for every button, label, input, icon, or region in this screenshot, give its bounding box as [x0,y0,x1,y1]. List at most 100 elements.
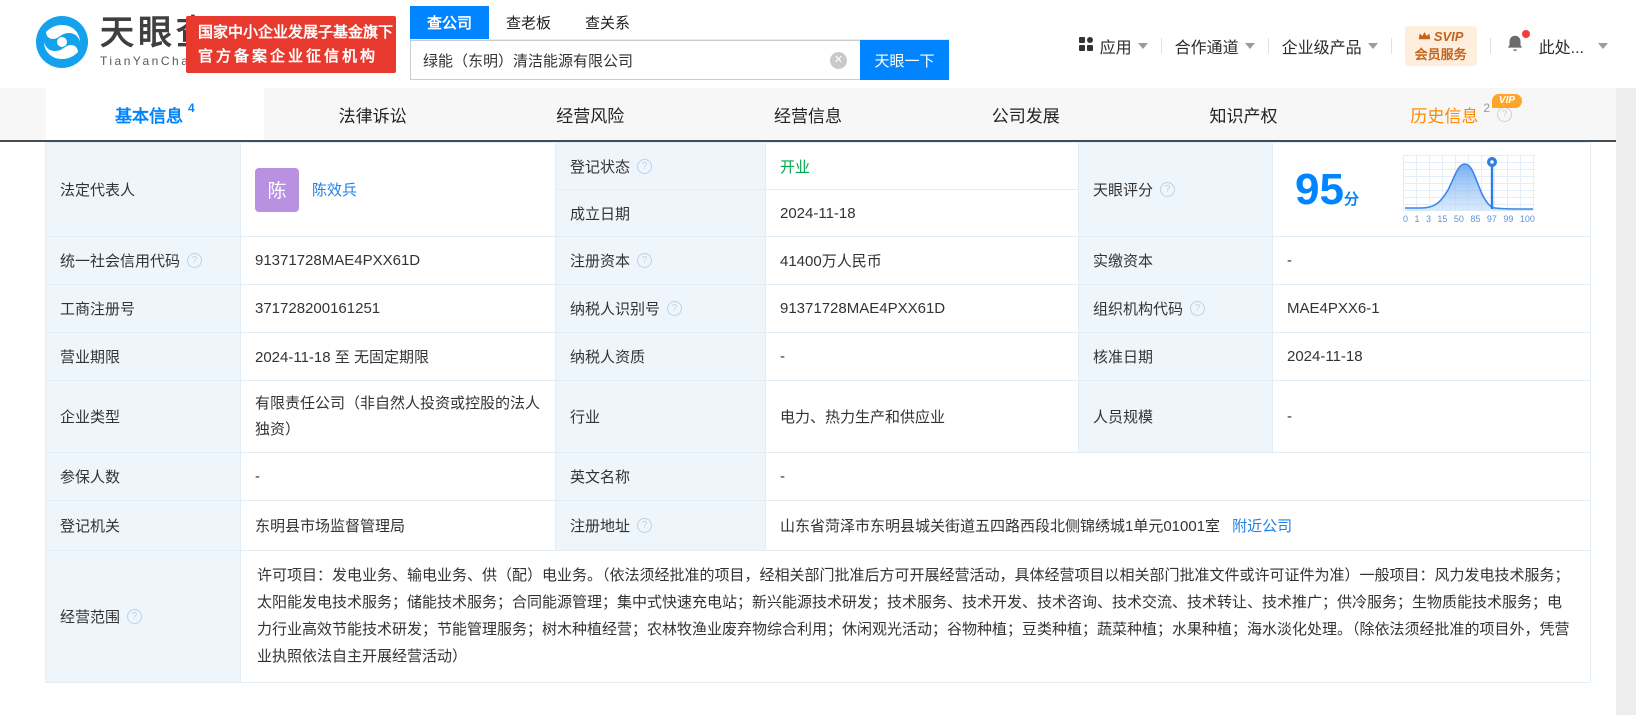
help-icon[interactable] [127,609,143,624]
search-tab-relation[interactable]: 查关系 [568,6,647,39]
field-value-reg-authority: 东明县市场监督管理局 [241,501,556,551]
industry-value-text: 电力、热力生产和供应业 [780,409,946,426]
org-code-label-text: 组织机构代码 [1093,301,1184,318]
field-value-english-name: - [766,453,1591,501]
reg-authority-value-text: 东明县市场监督管理局 [255,518,406,535]
score-distribution-chart: 0 1 3 15 50 85 97 99 100 [1402,155,1535,224]
field-label-reg-number: 工商注册号 [46,285,241,333]
score-number: 95 [1295,164,1344,214]
search-tab-company[interactable]: 查公司 [410,6,490,39]
svip-sub-label: 会员服务 [1414,47,1467,62]
tick: 97 [1486,214,1497,224]
tab-company-development-label: 公司发展 [991,106,1060,126]
field-value-business-term: 2024-11-18 至 无固定期限 [241,333,556,381]
credit-code-value-text: 91371728MAE4PXX61D [255,252,421,269]
tick: 1 [1414,214,1420,224]
company-type-value-text: 有限责任公司（非自然人投资或控股的法人独资） [255,395,541,438]
tick: 0 [1402,214,1408,224]
credit-code-label-text: 统一社会信用代码 [60,253,181,270]
nav-user-menu[interactable]: 此处... [1539,34,1608,58]
field-label-establish-date: 成立日期 [556,190,766,237]
tab-intellectual-property[interactable]: 知识产权 [1135,88,1353,140]
reg-capital-value-text: 41400万人民币 [780,253,882,270]
taxpayer-id-label-text: 纳税人识别号 [570,301,661,318]
tab-basic-info-count: 4 [188,101,195,115]
score-unit: 分 [1343,190,1359,208]
help-icon[interactable] [637,518,653,533]
nav-enterprise-products[interactable]: 企业级产品 [1282,34,1378,58]
staff-size-label-text: 人员规模 [1093,409,1154,426]
reg-address-value-text: 山东省菏泽市东明县城关街道五四路西段北侧锦绣城1单元01001室 [780,518,1221,535]
business-scope-label-text: 经营范围 [60,609,121,626]
search-button[interactable]: 天眼一下 [860,40,949,80]
field-value-taxpayer-quality: - [766,333,1079,381]
search-tab-boss[interactable]: 查老板 [489,6,568,39]
gov-certification-badge: 国家中小企业发展子基金旗下 官方备案企业征信机构 [186,16,396,73]
nav-separator [1160,38,1162,54]
notification-dot [1521,29,1530,38]
tick: 50 [1453,214,1464,224]
field-label-credit-code: 统一社会信用代码 [46,237,241,285]
field-value-credit-code: 91371728MAE4PXX61D [241,237,556,285]
tab-legal-lawsuits[interactable]: 法律诉讼 [264,88,482,140]
search-input[interactable] [410,40,860,80]
paid-capital-value-text: - [1287,252,1292,269]
help-icon[interactable] [187,253,203,268]
reg-status-label-text: 登记状态 [570,158,631,176]
english-name-value-text: - [780,468,785,485]
field-label-business-term: 营业期限 [46,333,241,381]
notification-bell-icon[interactable] [1504,29,1530,60]
help-icon[interactable] [1190,301,1206,316]
nav-enterprise-label: 企业级产品 [1281,40,1362,57]
chevron-down-icon [1598,43,1608,49]
field-label-staff-size: 人员规模 [1079,381,1273,453]
top-header: 天眼查 TianYanCha.com 国家中小企业发展子基金旗下 官方备案企业征… [0,0,1636,88]
tab-basic-info-label: 基本信息 [115,106,184,126]
tick: 3 [1425,214,1431,224]
field-label-score: 天眼评分 [1079,143,1273,237]
nearby-companies-link[interactable]: 附近公司 [1232,515,1292,536]
tab-business-risk-label: 经营风险 [556,106,625,126]
english-name-label-text: 英文名称 [570,469,631,486]
tab-business-risk[interactable]: 经营风险 [481,88,699,140]
help-icon[interactable] [1160,182,1176,197]
reg-address-label-text: 注册地址 [570,518,631,535]
tick: 15 [1437,214,1448,224]
taxpayer-quality-label-text: 纳税人资质 [570,349,646,366]
tick: 99 [1503,214,1514,224]
help-icon[interactable] [667,301,683,316]
nav-cooperation-label: 合作通道 [1174,40,1239,57]
field-label-reg-authority: 登记机关 [46,501,241,551]
tick: 85 [1470,214,1481,224]
help-icon[interactable] [1497,106,1513,122]
tab-history-info-label: 历史信息 [1410,106,1479,126]
tab-company-development[interactable]: 公司发展 [917,88,1135,140]
legal-rep-name-link[interactable]: 陈效兵 [312,179,357,200]
reg-number-label-text: 工商注册号 [60,301,136,318]
svip-label: SVIP [1433,29,1464,44]
reg-capital-label-text: 注册资本 [570,253,631,270]
chevron-down-icon [1367,43,1378,49]
legal-rep-avatar[interactable]: 陈 [255,167,299,212]
field-label-industry: 行业 [556,381,766,453]
field-label-taxpayer-id: 纳税人识别号 [556,285,766,333]
tianyancha-logo-icon [34,14,90,70]
svip-member-button[interactable]: SVIP 会员服务 [1404,26,1477,66]
search-clear-icon[interactable] [830,52,847,69]
taxpayer-quality-value-text: - [780,348,785,365]
establish-date-label-text: 成立日期 [570,205,631,223]
nav-apps[interactable]: 应用 [1078,34,1148,58]
industry-label-text: 行业 [570,409,601,426]
tab-basic-info[interactable]: 基本信息 4 [46,88,264,140]
paid-capital-label-text: 实缴资本 [1093,253,1154,270]
nav-cooperation[interactable]: 合作通道 [1175,34,1255,58]
org-code-value-text: MAE4PXX6-1 [1287,300,1380,317]
tab-intellectual-property-label: 知识产权 [1209,106,1278,126]
help-icon[interactable] [637,253,653,268]
tab-history-info[interactable]: 历史信息 2 VIP [1352,88,1570,140]
help-icon[interactable] [637,158,653,174]
field-value-reg-capital: 41400万人民币 [766,237,1079,285]
top-nav: 应用 合作通道 企业级产品 SVIP 会员服务 此处... [1078,26,1608,66]
tab-business-info[interactable]: 经营信息 [699,88,917,140]
field-value-industry: 电力、热力生产和供应业 [766,381,1079,453]
